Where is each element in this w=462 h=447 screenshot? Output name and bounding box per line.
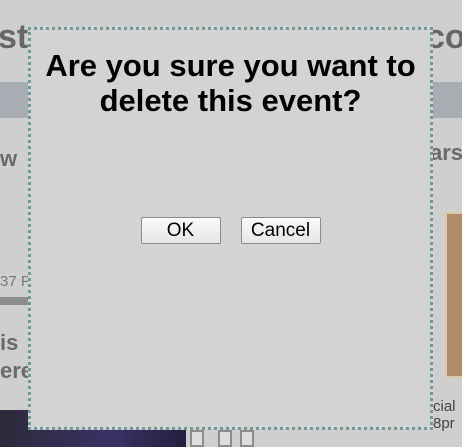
confirm-delete-dialog: Are you sure you want to delete this eve… (28, 27, 433, 430)
background-text-ars: ars (430, 140, 462, 165)
background-time-text: 37 P (0, 273, 31, 290)
background-text-cial: cial (433, 398, 456, 415)
background-text-is: is (0, 330, 19, 355)
background-box-3 (240, 430, 254, 447)
background-box-1 (190, 430, 204, 447)
cancel-button[interactable]: Cancel (240, 217, 321, 244)
dialog-buttons: OK Cancel (31, 217, 430, 244)
background-title-left: st (0, 18, 29, 56)
background-divider (0, 297, 30, 305)
background-box-2 (218, 430, 232, 447)
background-text-w: w (0, 146, 18, 171)
ok-button[interactable]: OK (140, 217, 221, 244)
dialog-message: Are you sure you want to delete this eve… (45, 48, 416, 118)
background-event-thumbnail-right (445, 212, 462, 378)
background-text-8pm: 8pr (433, 415, 455, 432)
